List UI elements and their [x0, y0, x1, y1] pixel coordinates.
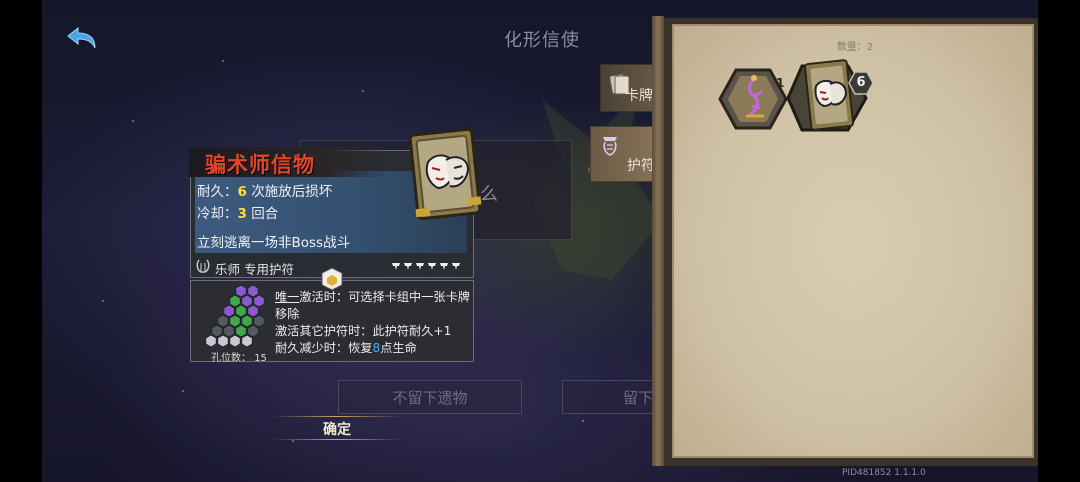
socket-effect-line2: 激活其它护符时：此护符耐久+1 [275, 324, 452, 338]
socket-hex [247, 304, 259, 318]
star [582, 420, 584, 422]
confirm-label: 确定 [323, 422, 351, 438]
durability-pip-icon [440, 263, 448, 270]
trickster-token-card-icon [408, 127, 482, 221]
socket-hex [211, 324, 223, 338]
socket-hex [253, 294, 265, 308]
confirm-ornament-bottom [272, 439, 402, 440]
trickster-token-count-badge: 6 [848, 70, 874, 96]
durability-pip-icon [428, 263, 436, 270]
book-page: 数量：2 1 6 [672, 24, 1034, 458]
cooldown-label: 冷却： [197, 206, 238, 222]
socket-hex [241, 294, 253, 308]
cooldown-value: 3 [237, 206, 247, 222]
socket-hex [229, 334, 241, 348]
socket-hex [217, 314, 229, 328]
durability-pip-icon [404, 263, 412, 270]
socket-hex [247, 285, 259, 298]
cooldown-suffix: 回合 [251, 206, 279, 222]
trickster-token-count: 6 [856, 75, 866, 90]
leave-relic-button[interactable]: 留下 [562, 380, 662, 414]
socket-hex [205, 334, 217, 348]
back-arrow-icon[interactable] [64, 24, 100, 52]
tab-amulets-label: 护符 [627, 158, 655, 174]
socket-hex [217, 334, 229, 348]
item-count: 数量：2 [836, 42, 874, 53]
socket-hex [235, 324, 247, 338]
page-title: 化形信使 [504, 30, 580, 51]
socket-count: 孔位数： 15 [211, 349, 267, 364]
durability-pip-icon [452, 263, 460, 270]
socket-gem-icon [321, 267, 343, 291]
game-screen: 化形信使 什么 不留下遗物 留下 确定 骗术师信物 耐久：6 次施放后损坏 冷却… [42, 0, 1038, 482]
socket-effect-line1: 激活时：可选择卡组中一张卡牌移除 [275, 290, 470, 321]
socket-count-value: 15 [254, 353, 267, 364]
musician-lyre-icon [196, 259, 210, 273]
inventory-book: 数量：2 1 6 [652, 16, 1038, 466]
socket-hex [241, 314, 253, 328]
durability-value: 6 [237, 184, 247, 200]
leave-nothing-button[interactable]: 不留下遗物 [338, 380, 522, 414]
item-effect: 立刻逃离一场非Boss战斗 [197, 235, 351, 251]
confirm-ornament-top [272, 416, 402, 417]
socket-hex [223, 324, 235, 338]
unique-tag: 唯一 [275, 290, 300, 304]
item-name: 骗术师信物 [205, 152, 315, 177]
star [182, 390, 184, 392]
socket-effect-line3-pre: 耐久减少时：恢复 [275, 341, 373, 355]
socket-hex-grid [205, 285, 265, 348]
durability-suffix: 次施放后损坏 [251, 184, 333, 200]
build-id: PID481852 1.1.1.0 [842, 468, 926, 478]
star [132, 120, 134, 122]
tab-cards-label: 卡牌 [625, 88, 653, 104]
durability-label: 耐久： [197, 184, 238, 200]
durability-pip-icon [416, 263, 424, 270]
socket-count-label: 孔位数： [211, 353, 251, 364]
socket-hex [223, 304, 235, 318]
trickster-token-slot-icon[interactable] [786, 56, 870, 140]
book-spine [652, 16, 664, 466]
socket-hex [235, 285, 247, 298]
star [102, 300, 104, 302]
amulet-icon [603, 137, 617, 156]
socket-hex [235, 304, 247, 318]
item-owner-text: 乐师 专用护符 [215, 262, 294, 277]
cooldown-line: 冷却：3 回合 [197, 202, 278, 222]
socket-hex [247, 324, 259, 338]
socket-effects: 唯一激活时：可选择卡组中一张卡牌移除 激活其它护符时：此护符耐久+1 耐久减少时… [275, 289, 471, 357]
amulet-slot-count: 1 [776, 76, 785, 90]
durability-pip-icon [392, 263, 400, 270]
durability-line: 耐久：6 次施放后损坏 [197, 180, 332, 200]
socket-panel: 孔位数： 15 唯一激活时：可选择卡组中一张卡牌移除 激活其它护符时：此护符耐久… [190, 267, 474, 364]
socket-hex [253, 314, 265, 328]
socket-effect-line3-post: 点生命 [380, 341, 417, 355]
socket-hex [241, 334, 253, 348]
socket-hex [229, 294, 241, 308]
socket-hex [229, 314, 241, 328]
star [362, 90, 364, 92]
confirm-button[interactable]: 确定 [272, 414, 402, 442]
durability-pips [391, 261, 461, 271]
star [222, 60, 224, 62]
